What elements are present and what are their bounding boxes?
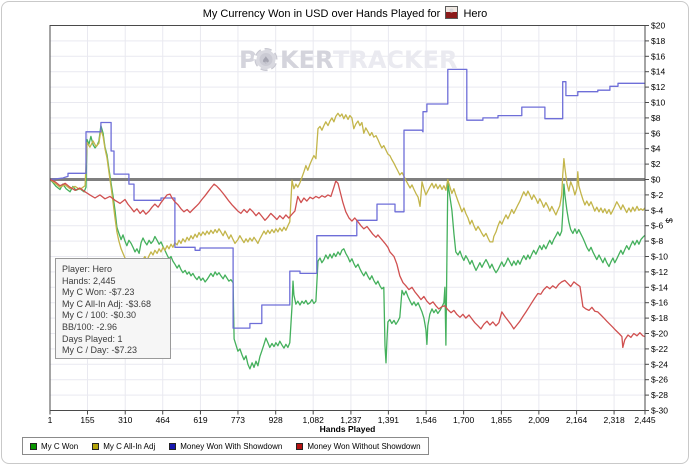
x-tick-label: 928 bbox=[269, 415, 283, 425]
y-tick-label: $-2 bbox=[651, 190, 664, 200]
y-axis-title: $ bbox=[664, 218, 674, 223]
x-axis-title: Hands Played bbox=[320, 424, 376, 434]
y-tick-label: $8 bbox=[651, 113, 661, 123]
stats-tooltip-box: Player: HeroHands: 2,445My C Won: -$7.23… bbox=[55, 258, 171, 359]
y-tick-label: $4 bbox=[651, 144, 661, 154]
x-tick-label: 1,391 bbox=[378, 415, 400, 425]
stats-line: My C Won: -$7.23 bbox=[62, 287, 164, 299]
stats-line: My C All-In Adj: -$3.68 bbox=[62, 299, 164, 311]
x-tick-label: 619 bbox=[193, 415, 207, 425]
y-tick-label: $-26 bbox=[651, 375, 668, 385]
legend-swatch-icon bbox=[169, 443, 176, 450]
y-tick-label: $-24 bbox=[651, 359, 668, 369]
x-tick-label: 1,546 bbox=[415, 415, 437, 425]
x-tick-label: 773 bbox=[231, 415, 245, 425]
watermark-text-p: P bbox=[239, 46, 257, 74]
watermark-text-ker: KER bbox=[280, 46, 333, 74]
y-tick-label: $-16 bbox=[651, 298, 668, 308]
x-tick-label: 1,855 bbox=[491, 415, 513, 425]
legend-swatch-icon bbox=[92, 443, 99, 450]
watermark-spade-icon: ♠ bbox=[262, 56, 271, 67]
legend-item-money-won-with-showdown[interactable]: Money Won With Showdown bbox=[169, 442, 282, 451]
x-tick-label: 2,164 bbox=[566, 415, 588, 425]
y-tick-label: $-6 bbox=[651, 221, 664, 231]
y-tick-label: $0 bbox=[651, 175, 661, 185]
y-tick-label: $-10 bbox=[651, 252, 668, 262]
y-tick-label: $-8 bbox=[651, 236, 664, 246]
stats-line: My C / Day: -$7.23 bbox=[62, 345, 164, 357]
y-tick-label: $12 bbox=[651, 82, 665, 92]
y-tick-label: $10 bbox=[651, 98, 665, 108]
stats-line: Hands: 2,445 bbox=[62, 276, 164, 288]
stats-line: Days Played: 1 bbox=[62, 334, 164, 346]
x-tick-label: 310 bbox=[118, 415, 132, 425]
legend-swatch-icon bbox=[296, 443, 303, 450]
y-tick-label: $-14 bbox=[651, 282, 668, 292]
legend-label: My C Won bbox=[41, 442, 78, 451]
y-tick-label: $-22 bbox=[651, 344, 668, 354]
pokertracker-graph-window: My Currency Won in USD over Hands Played… bbox=[0, 0, 690, 465]
legend-label: Money Won With Showdown bbox=[180, 442, 282, 451]
legend-item-money-won-without-showdown[interactable]: Money Won Without Showdown bbox=[296, 442, 420, 451]
x-tick-label: 1,700 bbox=[453, 415, 475, 425]
y-tick-label: $2 bbox=[651, 159, 661, 169]
stats-line: Player: Hero bbox=[62, 264, 164, 276]
y-tick-label: $-18 bbox=[651, 313, 668, 323]
y-tick-label: $18 bbox=[651, 36, 665, 46]
y-axis: $20 $18 $16 $14 $12 $10 $8 $6 $4 $2 $0 $-2 $-4 $-6 $-8… bbox=[645, 21, 674, 416]
watermark-text-tracker: TRACKER bbox=[333, 46, 458, 74]
x-tick-label: 155 bbox=[80, 415, 94, 425]
legend-item-my-c-won[interactable]: My C Won bbox=[30, 442, 78, 451]
legend-item-my-c-all-in-adj[interactable]: My C All-In Adj bbox=[92, 442, 155, 451]
x-tick-label: 2,318 bbox=[603, 415, 625, 425]
stats-line: My C / 100: -$0.30 bbox=[62, 310, 164, 322]
x-tick-label: 2,445 bbox=[634, 415, 656, 425]
y-tick-label: $20 bbox=[651, 21, 665, 31]
y-tick-label: $-4 bbox=[651, 205, 664, 215]
y-tick-label: $-20 bbox=[651, 329, 668, 339]
x-tick-label: 1 bbox=[48, 415, 53, 425]
y-tick-label: $-12 bbox=[651, 267, 668, 277]
y-tick-label: $-28 bbox=[651, 390, 668, 400]
y-tick-label: $14 bbox=[651, 67, 665, 77]
legend-bar: My C Won My C All-In Adj Money Won With Sh… bbox=[22, 437, 429, 455]
y-tick-label: $-30 bbox=[651, 406, 668, 416]
y-tick-label: $6 bbox=[651, 128, 661, 138]
chart-canvas: P ♠ KERTRACKER $20 $18 $16 $14 $12 $10 $8 $6 $4 $2 $0… bbox=[0, 0, 690, 465]
pokertracker-watermark: P ♠ KERTRACKER bbox=[239, 46, 458, 74]
x-tick-label: 2,009 bbox=[528, 415, 550, 425]
y-tick-label: $16 bbox=[651, 51, 665, 61]
x-axis: 11553104646197739281,0821,2371,3911,5461… bbox=[48, 411, 656, 435]
legend-label: My C All-In Adj bbox=[103, 442, 155, 451]
series-line-my-c-all-in-adj bbox=[50, 113, 645, 266]
legend-swatch-icon bbox=[30, 443, 37, 450]
stats-line: BB/100: -2.96 bbox=[62, 322, 164, 334]
x-tick-label: 464 bbox=[156, 415, 170, 425]
legend-label: Money Won Without Showdown bbox=[307, 442, 420, 451]
